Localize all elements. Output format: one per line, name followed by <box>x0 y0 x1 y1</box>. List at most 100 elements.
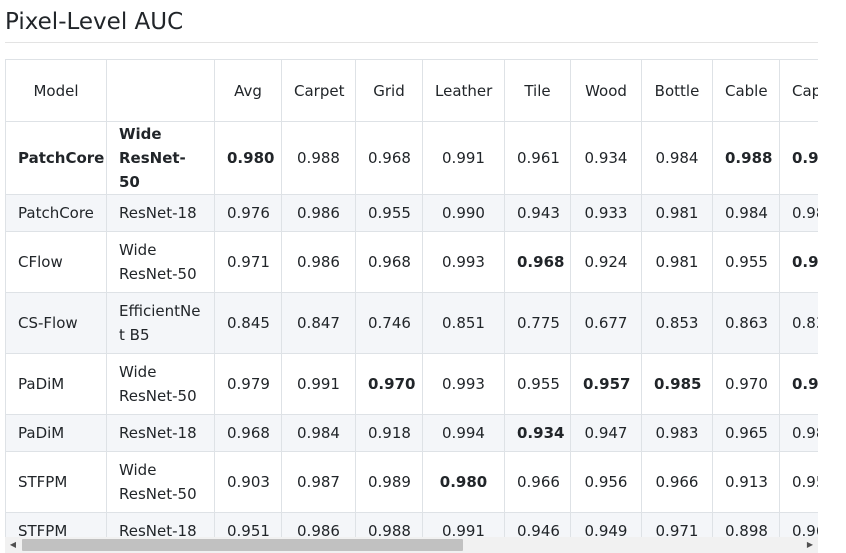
page-title: Pixel-Level AUC <box>5 9 184 35</box>
value-cell: 0.898 <box>712 512 780 537</box>
value-cell: 0.946 <box>504 512 571 537</box>
value-cell: 0.994 <box>422 414 505 452</box>
value-cell: 0.968 <box>214 414 282 452</box>
table-row: PaDiM Wide ResNet-50 0.979 0.991 0.970 0.993 0… <box>5 353 818 415</box>
table-row: PaDiM ResNet-18 0.968 0.984 0.918 0.994 0.934 0… <box>5 414 818 452</box>
title-divider <box>5 42 818 43</box>
value-cell: 0.985 <box>641 353 713 415</box>
value-cell: 0.951 <box>214 512 282 537</box>
value-cell: 0.962 <box>779 512 818 537</box>
table-row: STFPM ResNet-18 0.951 0.986 0.988 0.991 0.946 0… <box>5 512 818 537</box>
value-cell: 0.970 <box>355 353 423 415</box>
value-cell: 0.988 <box>779 231 818 293</box>
value-cell: 0.957 <box>570 353 642 415</box>
column-header: Cable <box>712 59 780 122</box>
value-cell: 0.984 <box>712 194 780 232</box>
value-cell: 0.863 <box>712 292 780 354</box>
backbone-cell: Wide ResNet-50 <box>106 121 215 195</box>
model-cell: CFlow <box>5 231 107 293</box>
model-cell: STFPM <box>5 512 107 537</box>
column-header: Bottle <box>641 59 713 122</box>
backbone-cell: Wide ResNet-50 <box>106 353 215 415</box>
horizontal-scrollbar[interactable]: ◀ ▶ <box>5 537 818 553</box>
value-cell: 0.980 <box>214 121 282 195</box>
value-cell: 0.966 <box>641 451 713 513</box>
value-cell: 0.984 <box>641 121 713 195</box>
value-cell: 0.991 <box>422 512 505 537</box>
value-cell: 0.991 <box>281 353 356 415</box>
backbone-cell: Wide ResNet-50 <box>106 231 215 293</box>
backbone-cell: Wide ResNet-50 <box>106 451 215 513</box>
table-row: CS-Flow EfficientNet B5 0.845 0.847 0.746 0.8… <box>5 292 818 354</box>
value-cell: 0.993 <box>422 231 505 293</box>
value-cell: 0.851 <box>422 292 505 354</box>
page: Pixel-Level AUC Model Avg Carpet Grid Le… <box>0 0 846 553</box>
value-cell: 0.968 <box>355 121 423 195</box>
value-cell: 0.993 <box>422 353 505 415</box>
scroll-left-arrow-icon[interactable]: ◀ <box>5 537 21 553</box>
column-header: Model <box>5 59 107 122</box>
value-cell: 0.956 <box>570 451 642 513</box>
value-cell: 0.965 <box>712 414 780 452</box>
model-cell: PaDiM <box>5 414 107 452</box>
column-header: Leather <box>422 59 505 122</box>
value-cell: 0.980 <box>422 451 505 513</box>
value-cell: 0.988 <box>281 121 356 195</box>
value-cell: 0.984 <box>281 414 356 452</box>
value-cell: 0.836 <box>779 292 818 354</box>
value-cell: 0.988 <box>712 121 780 195</box>
value-cell: 0.981 <box>641 194 713 232</box>
column-header <box>106 59 215 122</box>
value-cell: 0.934 <box>570 121 642 195</box>
table-row: PatchCore ResNet-18 0.976 0.986 0.955 0.990 0.… <box>5 194 818 232</box>
value-cell: 0.986 <box>281 194 356 232</box>
value-cell: 0.987 <box>281 451 356 513</box>
table-body: PatchCore Wide ResNet-50 0.980 0.988 0.968 0.… <box>5 121 818 537</box>
column-header: Capsule <box>779 59 818 122</box>
value-cell: 0.949 <box>570 512 642 537</box>
value-cell: 0.956 <box>779 451 818 513</box>
value-cell: 0.961 <box>504 121 571 195</box>
value-cell: 0.984 <box>779 414 818 452</box>
value-cell: 0.845 <box>214 292 282 354</box>
value-cell: 0.968 <box>355 231 423 293</box>
table-row: PatchCore Wide ResNet-50 0.980 0.988 0.968 0.… <box>5 121 818 195</box>
value-cell: 0.970 <box>712 353 780 415</box>
value-cell: 0.988 <box>779 121 818 195</box>
scroll-right-arrow-icon[interactable]: ▶ <box>802 537 818 553</box>
value-cell: 0.981 <box>641 231 713 293</box>
value-cell: 0.979 <box>214 353 282 415</box>
value-cell: 0.918 <box>355 414 423 452</box>
backbone-cell: ResNet-18 <box>106 194 215 232</box>
column-header: Grid <box>355 59 423 122</box>
value-cell: 0.955 <box>355 194 423 232</box>
value-cell: 0.924 <box>570 231 642 293</box>
model-cell: CS-Flow <box>5 292 107 354</box>
value-cell: 0.903 <box>214 451 282 513</box>
value-cell: 0.955 <box>712 231 780 293</box>
value-cell: 0.966 <box>504 451 571 513</box>
value-cell: 0.955 <box>504 353 571 415</box>
value-cell: 0.990 <box>422 194 505 232</box>
value-cell: 0.934 <box>504 414 571 452</box>
value-cell: 0.933 <box>570 194 642 232</box>
model-cell: PatchCore <box>5 121 107 195</box>
backbone-cell: ResNet-18 <box>106 512 215 537</box>
column-header: Tile <box>504 59 571 122</box>
table-header-row: Model Avg Carpet Grid Leather Tile Wood … <box>5 59 818 122</box>
model-cell: PatchCore <box>5 194 107 232</box>
scrollbar-thumb[interactable] <box>22 539 463 551</box>
value-cell: 0.989 <box>355 451 423 513</box>
backbone-cell: EfficientNet B5 <box>106 292 215 354</box>
model-cell: PaDiM <box>5 353 107 415</box>
column-header: Carpet <box>281 59 356 122</box>
value-cell: 0.853 <box>641 292 713 354</box>
value-cell: 0.986 <box>281 231 356 293</box>
table-scroll-container[interactable]: Model Avg Carpet Grid Leather Tile Wood … <box>5 59 818 537</box>
value-cell: 0.971 <box>641 512 713 537</box>
table-row: CFlow Wide ResNet-50 0.971 0.986 0.968 0.993 0… <box>5 231 818 293</box>
value-cell: 0.986 <box>779 194 818 232</box>
value-cell: 0.968 <box>504 231 571 293</box>
backbone-cell: ResNet-18 <box>106 414 215 452</box>
value-cell: 0.943 <box>504 194 571 232</box>
